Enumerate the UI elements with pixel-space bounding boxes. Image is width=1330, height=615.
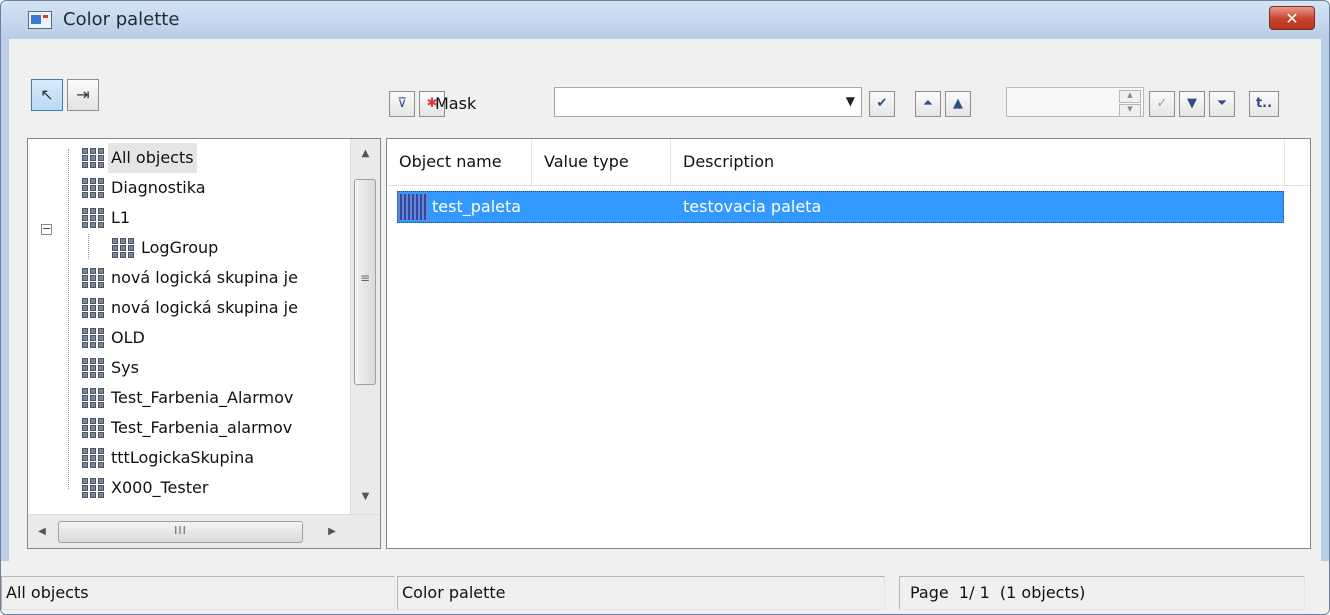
tree-line [68, 149, 69, 489]
tree-item-label: X000_Tester [111, 478, 209, 497]
go-page-button[interactable]: ✓ [1149, 91, 1175, 117]
previous-page-icon: ▲ [953, 96, 963, 111]
tree-item-label: nová logická skupina je [111, 268, 298, 287]
status-selected-group: All objects [1, 576, 395, 610]
tree-item-label: L1 [111, 208, 131, 227]
logical-group-icon [82, 448, 104, 468]
cell-object-name: test_paleta [432, 197, 522, 216]
logical-group-icon [82, 208, 104, 228]
app-icon [28, 11, 52, 29]
scroll-left-icon[interactable]: ◀ [28, 515, 56, 548]
title-bar[interactable]: Color palette ✕ [1, 1, 1329, 39]
tree-item-label: nová logická skupina je [111, 298, 298, 317]
tree-vertical-scrollbar[interactable]: ▲ ≡ ▼ [350, 139, 380, 514]
column-object-name[interactable]: Object name [387, 139, 532, 185]
logical-group-icon [82, 268, 104, 288]
logical-group-icon [82, 148, 104, 168]
column-description[interactable]: Description [671, 139, 1285, 185]
tree-item-label: tttLogickaSkupina [111, 448, 255, 467]
content-area: All objects Diagnostika − L1 LogGroup no… [9, 123, 1321, 561]
pointer-icon: ↖ [40, 85, 54, 104]
previous-page-button[interactable]: ▲ [945, 91, 971, 117]
table-row[interactable]: test_paleta testovacia paleta [397, 191, 1284, 223]
scroll-up-icon[interactable]: ▲ [351, 139, 380, 169]
up-level-icon: t.. [1255, 96, 1273, 111]
spin-down-icon[interactable]: ▼ [1119, 104, 1141, 117]
status-page-info: Page 1/ 1 (1 objects) [899, 576, 1305, 610]
tree-item-label: Test_Farbenia_alarmov [111, 418, 293, 437]
logical-group-icon [112, 238, 134, 258]
status-window-name: Color palette [397, 576, 885, 610]
close-icon: ✕ [1285, 9, 1299, 28]
tree-vertical-thumb[interactable]: ≡ [354, 179, 376, 385]
page-spinner[interactable]: ▲ ▼ [1119, 90, 1141, 117]
column-value-type[interactable]: Value type [532, 139, 671, 185]
tree-horizontal-thumb[interactable]: III [58, 521, 303, 543]
logical-group-icon [82, 418, 104, 438]
color-palette-window: Color palette ✕ ↖ ⇥ ⊽ ✱ Mask ▼ ✔ ⏶ ▲ ▲ ▼… [0, 0, 1330, 615]
palette-icon [398, 194, 428, 220]
tree-item-label: LogGroup [141, 238, 219, 257]
logical-group-icon [82, 358, 104, 378]
last-page-button[interactable]: ⏷ [1209, 91, 1235, 117]
logical-group-icon [82, 298, 104, 318]
filter-icon: ⊽ [397, 96, 407, 111]
mask-label: Mask [435, 94, 477, 113]
first-page-icon: ⏶ [922, 96, 934, 111]
pointer-button[interactable]: ↖ [31, 79, 63, 111]
status-bar: All objects Color palette Page 1/ 1 (1 o… [1, 561, 1329, 614]
tree-horizontal-scrollbar[interactable]: ◀ III ▶ [28, 514, 380, 548]
tree-item-label: OLD [111, 328, 145, 347]
spin-up-icon[interactable]: ▲ [1119, 90, 1141, 103]
list-header: Object name Value type Description [387, 139, 1310, 186]
toolbar: ↖ ⇥ ⊽ ✱ Mask ▼ ✔ ⏶ ▲ ▲ ▼ ✓ ▼ ⏷ t.. [9, 39, 1321, 123]
tree-item-label: Sys [111, 358, 139, 377]
tree-line [88, 234, 89, 259]
chevron-down-icon[interactable]: ▼ [846, 94, 855, 108]
cell-description: testovacia paleta [683, 197, 822, 216]
logical-group-icon [82, 478, 104, 498]
scroll-right-icon[interactable]: ▶ [318, 515, 346, 548]
window-title: Color palette [63, 9, 180, 30]
mask-input[interactable]: ▼ [554, 87, 862, 117]
up-level-button[interactable]: t.. [1249, 91, 1279, 117]
exit-icon: ⇥ [76, 85, 90, 104]
next-page-button[interactable]: ▼ [1179, 91, 1205, 117]
close-button[interactable]: ✕ [1269, 6, 1315, 30]
tree-item-label: Test_Farbenia_Alarmov [111, 388, 294, 407]
check-icon: ✔ [876, 96, 888, 111]
first-page-button[interactable]: ⏶ [915, 91, 941, 117]
group-tree[interactable]: All objects Diagnostika − L1 LogGroup no… [27, 138, 381, 549]
logical-group-icon [82, 328, 104, 348]
exit-button[interactable]: ⇥ [67, 79, 99, 111]
collapse-icon[interactable]: − [41, 223, 52, 235]
page-input[interactable]: ▲ ▼ [1006, 87, 1144, 117]
logical-group-icon [82, 388, 104, 408]
tree-item-label: Diagnostika [111, 178, 206, 197]
filter-button[interactable]: ⊽ [389, 91, 415, 117]
objects-list[interactable]: Object name Value type Description test_… [386, 138, 1311, 549]
scroll-down-icon[interactable]: ▼ [351, 482, 380, 512]
tree-item-label: All objects [108, 143, 197, 173]
last-page-icon: ⏷ [1216, 96, 1228, 111]
check-icon: ✓ [1156, 96, 1168, 111]
grip-icon: ≡ [360, 271, 371, 285]
next-page-icon: ▼ [1187, 96, 1197, 111]
confirm-mask-button[interactable]: ✔ [869, 91, 895, 117]
logical-group-icon [82, 178, 104, 198]
